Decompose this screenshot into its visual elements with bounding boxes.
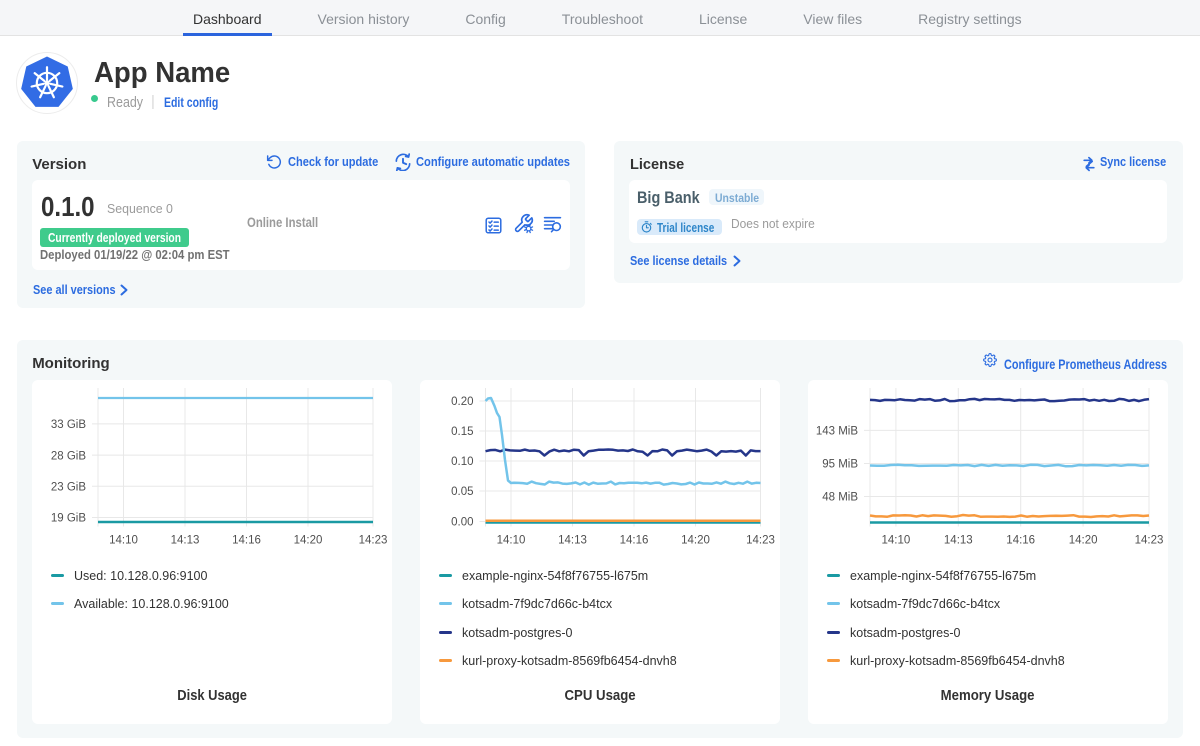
svg-text:0.15: 0.15 <box>451 426 473 438</box>
svg-text:143 MiB: 143 MiB <box>816 426 859 438</box>
svg-text:14:16: 14:16 <box>620 535 649 547</box>
svg-text:14:20: 14:20 <box>1069 535 1098 547</box>
svg-text:0.20: 0.20 <box>451 396 473 408</box>
svg-text:14:10: 14:10 <box>109 535 138 547</box>
svg-text:33 GiB: 33 GiB <box>51 419 86 431</box>
svg-text:14:10: 14:10 <box>497 535 526 547</box>
svg-text:28 GiB: 28 GiB <box>51 450 86 462</box>
svg-text:0.05: 0.05 <box>451 486 473 498</box>
svg-text:0.10: 0.10 <box>451 456 473 468</box>
svg-text:14:20: 14:20 <box>681 535 710 547</box>
svg-text:48 MiB: 48 MiB <box>822 492 858 504</box>
svg-text:14:23: 14:23 <box>746 535 775 547</box>
svg-text:14:16: 14:16 <box>232 535 261 547</box>
svg-text:19 GiB: 19 GiB <box>51 513 86 525</box>
svg-text:14:20: 14:20 <box>294 535 323 547</box>
svg-text:14:13: 14:13 <box>558 535 587 547</box>
svg-text:14:13: 14:13 <box>171 535 200 547</box>
svg-text:14:13: 14:13 <box>944 535 973 547</box>
svg-text:14:23: 14:23 <box>359 535 388 547</box>
svg-text:0.00: 0.00 <box>451 517 473 529</box>
svg-text:14:23: 14:23 <box>1135 535 1164 547</box>
svg-text:14:16: 14:16 <box>1006 535 1035 547</box>
svg-text:14:10: 14:10 <box>882 535 911 547</box>
svg-text:95 MiB: 95 MiB <box>822 459 858 471</box>
svg-text:23 GiB: 23 GiB <box>51 482 86 494</box>
